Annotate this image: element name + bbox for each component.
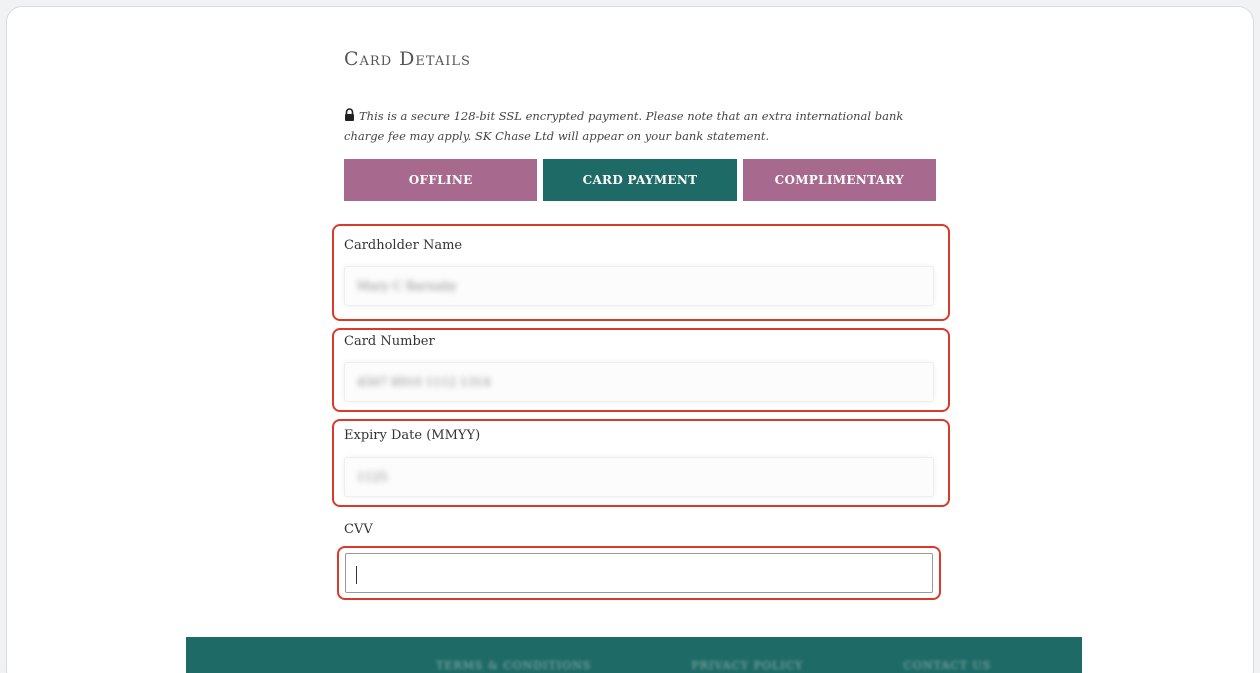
card-number-label: Card Number [344,334,435,349]
tab-complimentary[interactable]: COMPLIMENTARY [742,159,936,201]
footer-link-terms[interactable]: TERMS & CONDITIONS [436,659,591,672]
notice-text: This is a secure 128-bit SSL encrypted p… [344,109,904,143]
site-footer: TERMS & CONDITIONS PRIVACY POLICY CONTAC… [186,637,1082,673]
footer-link-contact[interactable]: CONTACT US [903,659,991,672]
tab-card-payment[interactable]: CARD PAYMENT [543,159,737,201]
footer-links: TERMS & CONDITIONS PRIVACY POLICY CONTAC… [436,659,991,672]
card-number-value: 4567 8910 1112 1314 [357,375,491,389]
page-title: Card Details [344,48,471,70]
tab-offline[interactable]: OFFLINE [344,159,538,201]
cvv-highlight [337,546,941,600]
expiry-date-label: Expiry Date (MMYY) [344,428,481,443]
secure-payment-notice: This is a secure 128-bit SSL encrypted p… [344,106,944,146]
cardholder-name-label: Cardholder Name [344,238,463,253]
expiry-date-group: Expiry Date (MMYY) 1125 [332,419,950,507]
cardholder-name-input[interactable]: Mary C Barnaby [344,266,934,306]
card-number-group: Card Number 4567 8910 1112 1314 [332,328,950,412]
card-number-input[interactable]: 4567 8910 1112 1314 [344,362,934,402]
expiry-date-input[interactable]: 1125 [344,457,934,497]
payment-method-tabs: OFFLINE CARD PAYMENT COMPLIMENTARY [344,159,936,201]
cvv-input[interactable] [345,553,933,593]
cardholder-name-group: Cardholder Name Mary C Barnaby [332,224,950,321]
lock-icon [345,108,354,121]
text-cursor [356,566,357,584]
footer-link-privacy[interactable]: PRIVACY POLICY [691,659,803,672]
cardholder-name-value: Mary C Barnaby [357,279,457,293]
cvv-label: CVV [344,522,373,537]
expiry-date-value: 1125 [357,470,388,484]
